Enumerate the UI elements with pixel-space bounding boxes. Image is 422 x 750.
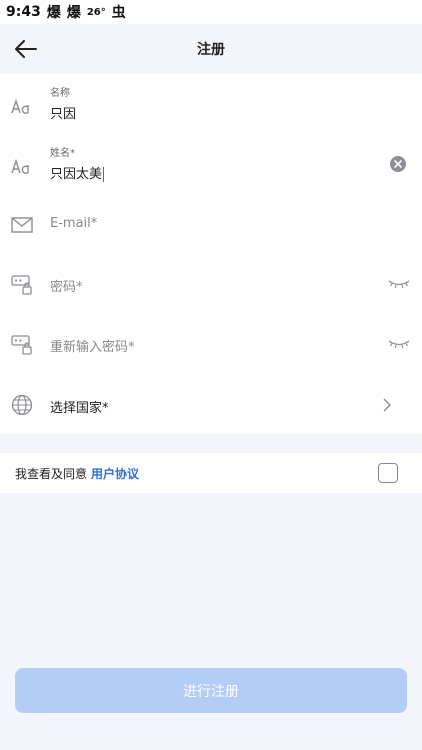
chevron-right-icon — [377, 395, 397, 415]
nickname-field[interactable]: 名称 只因 — [0, 74, 422, 134]
country-label: 选择国家* — [50, 401, 109, 416]
clear-circle-icon — [390, 156, 406, 172]
clear-button[interactable] — [388, 154, 408, 174]
registration-form: 名称 只因 姓名* 只因太美 E-mail* 密码* 重新输入密码* 选择国家* — [0, 74, 422, 434]
password-icon — [11, 274, 33, 296]
status-time: 9:43 — [6, 4, 41, 20]
country-selector[interactable]: 选择国家* — [0, 374, 422, 434]
agreement-checkbox[interactable] — [378, 463, 398, 483]
mail-icon — [11, 214, 33, 236]
font-icon — [11, 96, 33, 118]
confirm-password-input[interactable]: 重新输入密码* — [50, 336, 135, 355]
password-visibility-toggle[interactable] — [387, 274, 411, 294]
confirm-password-visibility-toggle[interactable] — [387, 334, 411, 354]
password-field[interactable]: 密码* — [0, 254, 422, 314]
globe-icon — [11, 394, 33, 416]
eye-closed-icon — [388, 340, 410, 349]
email-input[interactable]: E-mail* — [50, 216, 97, 231]
eye-closed-icon — [388, 280, 410, 289]
name-field[interactable]: 姓名* 只因太美 — [0, 134, 422, 194]
status-notification-icon: 爆 — [66, 5, 81, 21]
register-button[interactable]: 进行注册 — [15, 668, 407, 713]
password-icon — [11, 334, 33, 356]
password-input[interactable]: 密码* — [50, 276, 83, 295]
name-label: 姓名* — [50, 148, 75, 159]
name-input-text: 只因太美 — [50, 167, 103, 182]
user-agreement-link[interactable]: 用户协议 — [91, 467, 139, 481]
status-notification-icon: 爆 — [46, 5, 61, 21]
agreement-text: 我查看及同意 用户协议 — [15, 465, 139, 482]
status-temperature: 26° — [86, 6, 106, 18]
status-app-icon: 虫 — [111, 5, 126, 21]
nickname-input[interactable]: 只因 — [50, 103, 76, 122]
agreement-bar: 我查看及同意 用户协议 — [0, 453, 422, 493]
email-field[interactable]: E-mail* — [0, 194, 422, 254]
status-bar: 9:43 爆 爆 26° 虫 — [0, 0, 422, 24]
arrow-left-icon — [15, 40, 37, 58]
confirm-password-field[interactable]: 重新输入密码* — [0, 314, 422, 374]
text-caret — [103, 167, 105, 182]
nickname-label: 名称 — [50, 88, 70, 99]
font-icon — [11, 156, 33, 178]
name-input[interactable]: 只因太美 — [50, 163, 105, 182]
header: 注册 — [0, 24, 422, 74]
back-button[interactable] — [12, 36, 40, 62]
agreement-prefix: 我查看及同意 — [15, 467, 88, 481]
page-title: 注册 — [197, 42, 225, 58]
